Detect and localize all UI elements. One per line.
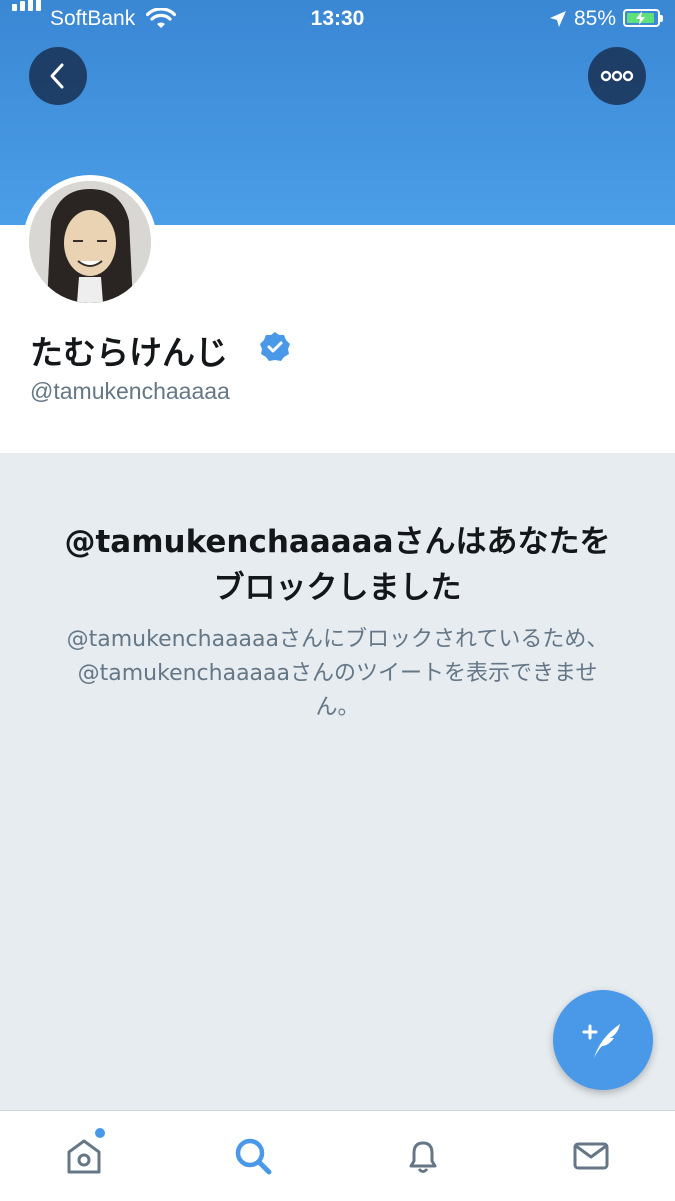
more-options-button[interactable]: [588, 47, 646, 105]
home-badge-dot: [95, 1128, 105, 1138]
blocked-title: @tamukenchaaaaaさんはあなたをブロックしました: [64, 524, 611, 606]
compose-feather-icon: [582, 1024, 620, 1058]
avatar-image: [29, 181, 151, 303]
blocked-description: @tamukenchaaaaaさんにブロックされているため、@tamukench…: [66, 627, 609, 720]
battery-icon: [623, 9, 663, 27]
bell-icon: [409, 1141, 437, 1173]
avatar[interactable]: [23, 175, 157, 309]
home-icon: [67, 1139, 101, 1174]
location-icon: [550, 11, 566, 27]
back-button[interactable]: [29, 47, 87, 105]
search-icon: [235, 1138, 272, 1175]
mail-icon: [573, 1142, 609, 1170]
status-bar: SoftBank 13:30 85%: [0, 0, 675, 38]
verified-badge-icon: [260, 332, 290, 361]
battery-percent: 85%: [574, 7, 617, 30]
compose-tweet-button[interactable]: [553, 990, 653, 1090]
tab-notifications[interactable]: [398, 1131, 448, 1181]
tab-messages[interactable]: [566, 1131, 616, 1181]
display-name: たむらけんじ: [30, 333, 228, 372]
tab-home[interactable]: [59, 1131, 109, 1181]
chevron-left-icon: [50, 63, 64, 89]
more-icon: [600, 70, 634, 82]
tab-search[interactable]: [228, 1131, 278, 1181]
profile-handle: @tamukenchaaaaa: [30, 378, 230, 404]
bottom-tab-bar: [0, 1110, 675, 1201]
